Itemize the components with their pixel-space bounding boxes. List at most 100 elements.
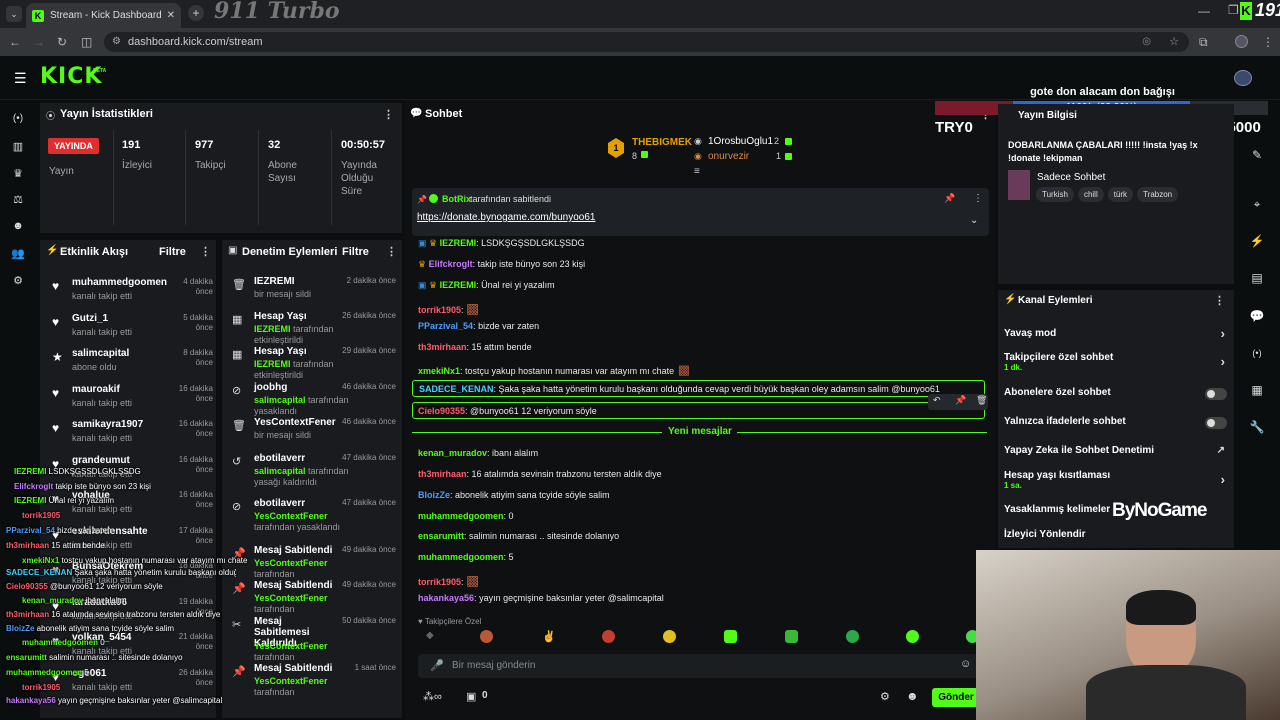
emoji-picker-icon[interactable]: ☺ bbox=[960, 658, 971, 670]
stats-menu-icon[interactable]: ⋮ bbox=[383, 108, 394, 121]
moderation-icon[interactable]: ⚖ bbox=[10, 193, 26, 206]
tab-search-icon[interactable]: ⌄ bbox=[6, 6, 22, 22]
chat-username[interactable]: IEZREMI bbox=[440, 238, 477, 248]
activity-user[interactable]: muhammedgoomen bbox=[72, 277, 167, 288]
viewer-redirect-row[interactable]: İzleyici Yönlendir bbox=[1004, 529, 1229, 547]
chat-username[interactable]: ensarumitt bbox=[418, 531, 464, 541]
hamburger-menu-icon[interactable]: ☰ bbox=[14, 70, 27, 87]
chat-username[interactable]: xmekiNx1 bbox=[418, 366, 460, 376]
reply-icon[interactable]: ↶ bbox=[933, 395, 941, 406]
microphone-icon[interactable]: 🎤 bbox=[430, 659, 444, 672]
moderation-filter-button[interactable]: Filtre bbox=[342, 246, 369, 258]
extensions-icon[interactable]: ⧉ bbox=[1199, 28, 1208, 56]
settings-gear-icon[interactable]: ⚙ bbox=[10, 274, 26, 287]
target-icon[interactable]: ⌖ bbox=[1242, 191, 1272, 217]
reload-icon[interactable]: ↻ bbox=[57, 28, 67, 56]
moderation-actor[interactable]: salimcapital bbox=[254, 466, 306, 476]
followers-only-row[interactable]: Takipçilere özel sohbet 1 dk. › bbox=[1004, 352, 1229, 374]
stream-icon[interactable]: (•) bbox=[10, 113, 26, 124]
chat-username[interactable]: muhammedgoomen bbox=[418, 511, 504, 521]
minimize-window-icon[interactable]: — bbox=[1198, 4, 1210, 18]
emote-icon[interactable]: ✌ bbox=[542, 630, 556, 643]
new-tab-button[interactable]: + bbox=[188, 5, 204, 21]
forward-icon[interactable]: → bbox=[33, 28, 45, 56]
category-name[interactable]: Sadece Sohbet bbox=[1037, 172, 1105, 183]
emote-icon[interactable] bbox=[663, 630, 676, 643]
ai-moderation-row[interactable]: Yapay Zeka ile Sohbet Denetimi ↗ bbox=[1004, 445, 1229, 463]
activity-user[interactable]: salimcapital bbox=[72, 348, 129, 359]
chat-username[interactable]: BloizZe bbox=[418, 490, 450, 500]
emote-icon[interactable] bbox=[906, 630, 919, 643]
profile-avatar[interactable] bbox=[1235, 35, 1248, 48]
unpin-icon[interactable]: 📌 bbox=[944, 193, 955, 204]
kick-points-icon[interactable]: ⁂∞ bbox=[423, 690, 442, 703]
eye-slash-icon[interactable]: ◎ bbox=[1142, 32, 1151, 52]
activity-item[interactable]: ♥ samikayra1907 kanalı takip etti 16 dakika… bbox=[48, 419, 213, 453]
moderation-actor[interactable]: salimcapital bbox=[254, 395, 306, 405]
lightning-icon[interactable]: ⚡ bbox=[1242, 228, 1272, 254]
address-bar[interactable]: ⚙ dashboard.kick.com/stream ◎ ☆ bbox=[104, 32, 1189, 52]
pinned-by-user[interactable]: BotRix bbox=[442, 194, 471, 204]
site-info-icon[interactable]: ⚙ bbox=[112, 32, 121, 52]
pin-message-icon[interactable]: 📌 bbox=[955, 395, 966, 406]
emotes-only-toggle[interactable] bbox=[1205, 417, 1227, 429]
browser-tab[interactable]: K Stream - Kick Dashboard ✕ bbox=[26, 3, 181, 28]
split-view-icon[interactable]: ◫ bbox=[81, 28, 92, 56]
chat-username[interactable]: IEZREMI bbox=[440, 280, 477, 290]
chat-icon[interactable]: 💬 bbox=[1242, 303, 1272, 329]
activity-item[interactable]: ♥ mauroakif kanalı takip etti 16 dakika önc… bbox=[48, 384, 213, 418]
activity-user[interactable]: mauroakif bbox=[72, 384, 120, 395]
browser-menu-icon[interactable]: ⋮ bbox=[1262, 28, 1274, 56]
edit-pencil-icon[interactable]: ✎ bbox=[1242, 142, 1272, 168]
chat-username[interactable]: th3mirhaan bbox=[418, 469, 467, 479]
subs-only-toggle[interactable] bbox=[1205, 388, 1227, 400]
emote-icon[interactable]: ◆ bbox=[426, 630, 434, 641]
emote-icon[interactable] bbox=[785, 630, 798, 643]
users-icon[interactable]: 👥 bbox=[10, 247, 26, 260]
chat-username[interactable]: torrik1905 bbox=[418, 305, 461, 315]
emote-icon[interactable] bbox=[480, 630, 493, 643]
leader2-name[interactable]: 1OrosbuOglu1 bbox=[708, 136, 773, 147]
maximize-window-icon[interactable]: ❐ bbox=[1228, 3, 1239, 17]
chat-username[interactable]: torrik1905 bbox=[418, 577, 461, 587]
moderation-actor[interactable]: YesContextFener bbox=[254, 641, 328, 651]
activity-item[interactable]: ♥ muhammedgoomen kanalı takip etti 4 dakika… bbox=[48, 277, 213, 311]
bookmark-star-icon[interactable]: ☆ bbox=[1169, 32, 1179, 52]
chat-input[interactable]: 🎤 Bir mesaj gönderin ☺ bbox=[418, 654, 978, 678]
channel-actions-menu-icon[interactable]: ⋮ bbox=[1214, 294, 1225, 307]
emote-icon[interactable] bbox=[846, 630, 859, 643]
bot-icon[interactable]: ☻ bbox=[10, 220, 26, 232]
slow-mode-row[interactable]: Yavaş mod › bbox=[1004, 326, 1229, 346]
moderation-actor[interactable]: YesContextFener bbox=[254, 593, 328, 603]
activity-filter-button[interactable]: Filtre bbox=[159, 246, 186, 258]
back-icon[interactable]: ← bbox=[9, 28, 21, 56]
leader1-name[interactable]: THEBIGMEK bbox=[632, 137, 692, 148]
emote-icon[interactable] bbox=[724, 630, 737, 643]
activity-item[interactable]: ♥ Gutzi_1 kanalı takip etti 5 dakika önce bbox=[48, 313, 213, 347]
layout-icon[interactable]: ▦ bbox=[1242, 377, 1272, 403]
moderation-actor[interactable]: YesContextFener bbox=[254, 558, 328, 568]
chat-username[interactable]: Elifckroglt bbox=[429, 259, 473, 269]
moderation-actor[interactable]: IEZREMI bbox=[254, 324, 291, 334]
chat-username[interactable]: muhammedgoomen bbox=[418, 552, 504, 562]
wrench-icon[interactable]: 🔧 bbox=[1242, 414, 1272, 440]
emote-icon[interactable] bbox=[602, 630, 615, 643]
tag-item[interactable]: türk bbox=[1107, 187, 1134, 202]
moderation-actor[interactable]: IEZREMI bbox=[254, 359, 291, 369]
tag-item[interactable]: Turkish bbox=[1036, 187, 1074, 202]
tab-close-icon[interactable]: ✕ bbox=[167, 10, 175, 21]
send-button[interactable]: Gönder bbox=[932, 688, 980, 707]
collapse-leaderboard-icon[interactable]: ≡ bbox=[694, 166, 700, 177]
chat-username[interactable]: hakankaya56 bbox=[418, 593, 474, 603]
document-icon[interactable]: ▤ bbox=[1242, 265, 1272, 291]
account-age-row[interactable]: Hesap yaşı kısıtlaması 1 sa. › bbox=[1004, 470, 1229, 492]
pinned-menu-icon[interactable]: ⋮ bbox=[973, 193, 983, 204]
moderation-actor[interactable]: YesContextFener bbox=[254, 676, 328, 686]
activity-user[interactable]: samikayra1907 bbox=[72, 419, 143, 430]
chat-username[interactable]: kenan_muradov bbox=[418, 448, 487, 458]
activity-user[interactable]: Gutzi_1 bbox=[72, 313, 108, 324]
broadcast-icon[interactable]: (•) bbox=[1242, 340, 1272, 366]
delete-icon[interactable]: 🗑 bbox=[976, 395, 987, 406]
trophy-icon[interactable]: ♛ bbox=[10, 167, 26, 180]
moderation-actor[interactable]: YesContextFener bbox=[254, 511, 328, 521]
